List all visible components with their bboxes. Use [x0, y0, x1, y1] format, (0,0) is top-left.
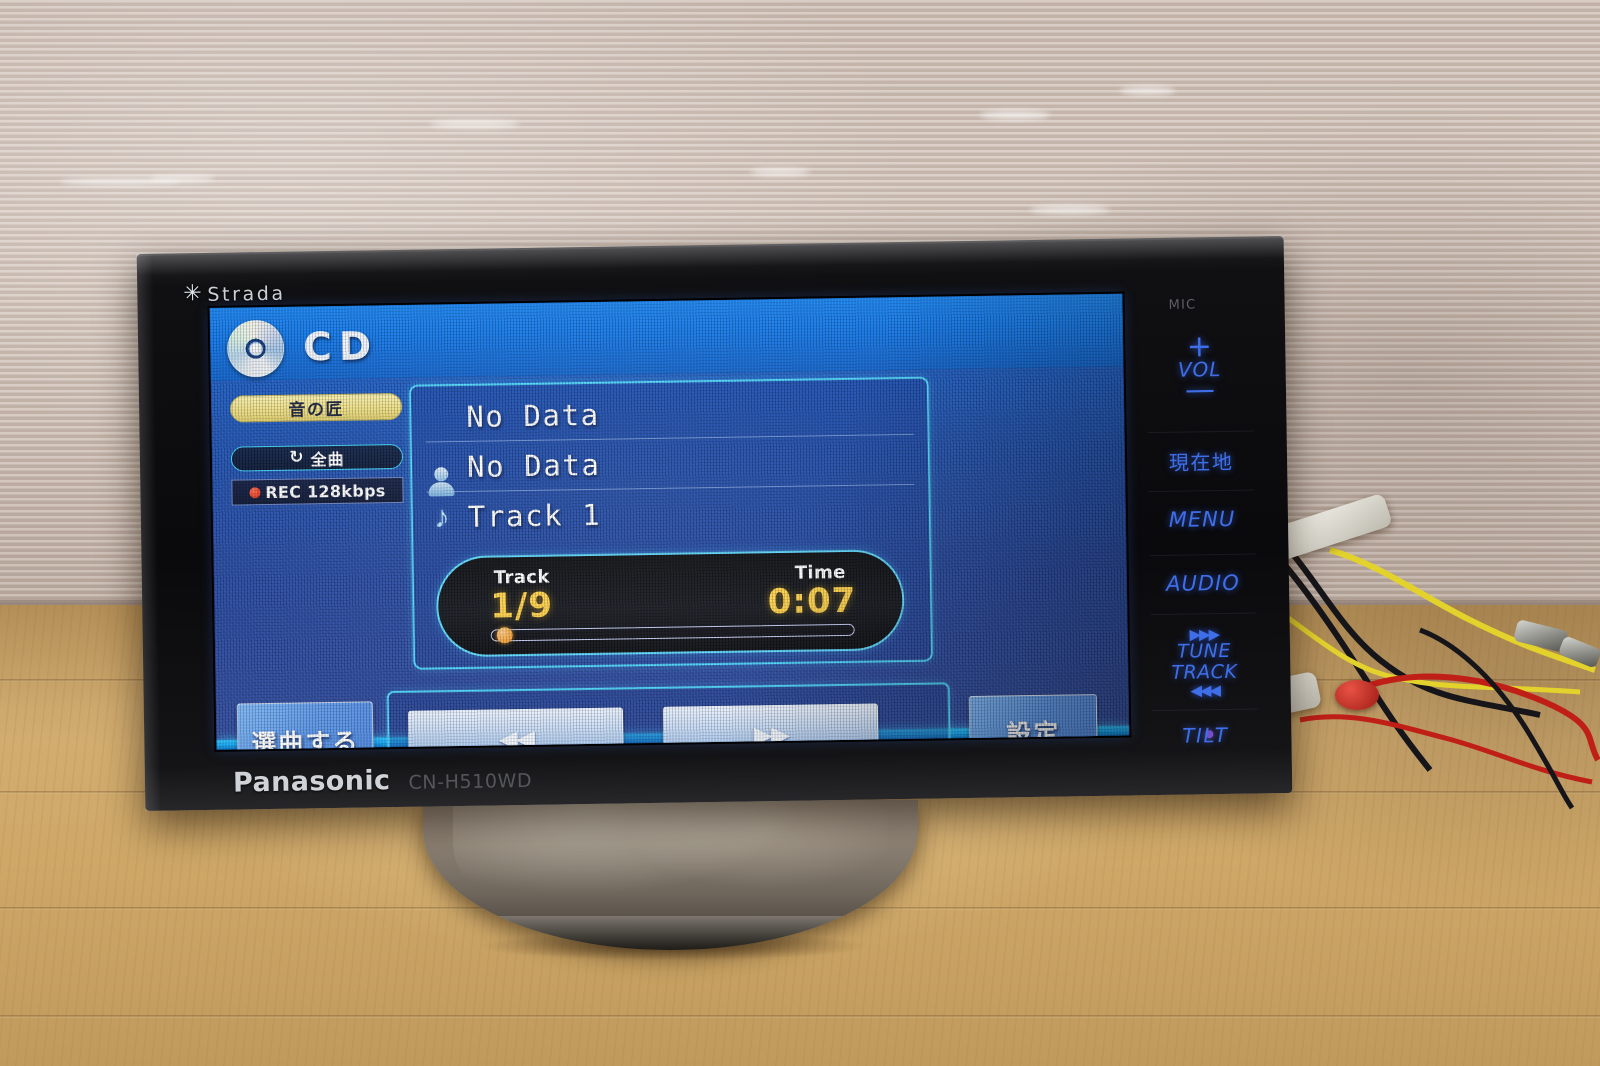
tune-track-control[interactable]: ▶▶▶ TUNE TRACK ◀◀◀: [1143, 621, 1266, 703]
audio-button[interactable]: AUDIO: [1142, 564, 1265, 602]
metal-stand: [423, 800, 918, 950]
volume-down-icon[interactable]: —: [1185, 372, 1216, 407]
select-track-button[interactable]: 選曲する: [236, 701, 374, 750]
photo-scene: ✳ Strada MIC Panasonic CN-H510WD CD 音の匠: [0, 0, 1600, 1066]
track-value: 1/9: [489, 585, 554, 627]
panasonic-logo: Panasonic: [232, 765, 391, 799]
progress-thumb[interactable]: [496, 627, 513, 644]
time-value: 0:07: [767, 580, 857, 623]
wall-scuff: [980, 110, 1050, 120]
wall-scuff: [150, 175, 215, 182]
wall-scuff: [1030, 205, 1110, 214]
red-connector: [1335, 680, 1379, 710]
select-track-label: 選曲する: [251, 727, 360, 750]
tilt-label: TILT: [1182, 722, 1229, 748]
volume-up-icon[interactable]: +: [1186, 329, 1212, 364]
tune-label: TUNE: [1177, 639, 1232, 663]
menu-label: MENU: [1168, 506, 1236, 532]
previous-track-button[interactable]: ◀◀: [407, 707, 624, 750]
info-row-artist: No Data: [425, 434, 915, 493]
wall-scuff: [750, 168, 810, 176]
info-row-album: No Data: [424, 384, 914, 443]
model-number: CN-H510WD: [408, 769, 533, 794]
record-dot-icon: [249, 486, 261, 498]
wall-scuff: [1120, 86, 1175, 95]
repeat-mode-badge[interactable]: ↻ 全曲: [230, 443, 404, 472]
current-location-label: 現在地: [1168, 449, 1234, 475]
repeat-mode-label: 全曲: [310, 449, 345, 469]
tune-down-icon[interactable]: ◀◀◀: [1190, 681, 1219, 699]
strada-logo: ✳ Strada: [183, 280, 286, 307]
hardware-button-column: + VOL — 現在地 MENU AUDIO ▶▶▶ TUNE TRACK ◀◀…: [1137, 284, 1266, 748]
lcd-screen[interactable]: CD 音の匠 ↻ 全曲 REC 128kbps No Data No Data …: [209, 293, 1130, 750]
rec-bitrate-label: REC 128kbps: [265, 480, 386, 502]
brand-row: Panasonic CN-H510WD: [232, 763, 533, 799]
playback-status-capsule: Track 1/9 Time 0:07: [435, 549, 906, 658]
strada-star-icon: ✳: [183, 280, 205, 307]
artist-name: No Data: [466, 447, 601, 484]
album-name: No Data: [466, 397, 600, 434]
strada-logo-text: Strada: [207, 282, 286, 306]
source-header: CD: [226, 318, 379, 378]
info-row-track: ♪ Track 1: [426, 485, 915, 543]
sound-mode-label: 音の匠: [288, 399, 345, 421]
track-name: Track 1: [467, 497, 602, 534]
tilt-button[interactable]: TILT: [1144, 719, 1266, 751]
volume-control[interactable]: + VOL —: [1138, 324, 1261, 412]
repeat-icon: ↻: [289, 447, 305, 468]
music-note-icon: ♪: [433, 499, 450, 535]
car-stereo-head-unit: ✳ Strada MIC Panasonic CN-H510WD CD 音の匠: [136, 236, 1293, 811]
playback-progress-bar[interactable]: [490, 623, 855, 644]
sound-mode-badge[interactable]: 音の匠: [229, 392, 403, 423]
audio-label: AUDIO: [1165, 570, 1240, 596]
menu-button[interactable]: MENU: [1141, 500, 1264, 538]
left-badge-column: 音の匠 ↻ 全曲 REC 128kbps: [229, 392, 404, 506]
wall-scuff: [430, 120, 520, 128]
cd-disc-icon: [226, 319, 285, 378]
current-location-button[interactable]: 現在地: [1140, 441, 1263, 479]
source-label: CD: [302, 324, 379, 371]
rec-status-badge: REC 128kbps: [231, 476, 404, 506]
